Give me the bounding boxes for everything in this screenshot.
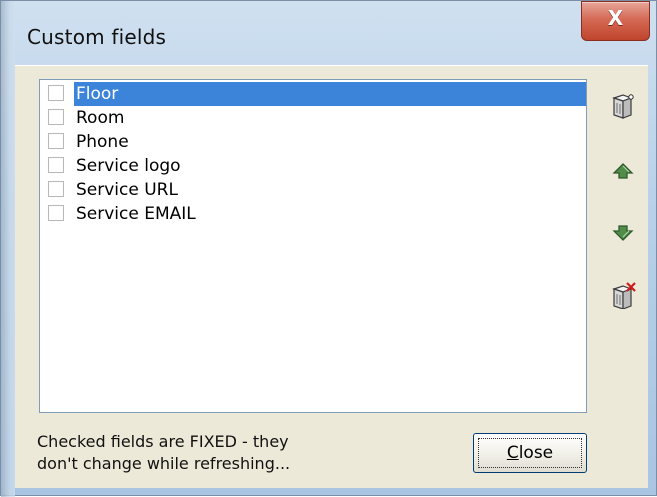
close-button[interactable]: Close [473,433,587,473]
field-label: Service URL [76,180,178,200]
field-checkbox[interactable] [48,85,64,101]
status-message: Checked fields are FIXED - they don't ch… [37,431,397,475]
field-label: Service logo [76,156,181,176]
close-button-label: Close [506,443,554,463]
list-item[interactable]: Service URL [42,178,586,202]
delete-field-icon[interactable] [609,281,637,310]
field-checkbox[interactable] [48,205,64,221]
status-line-1: Checked fields are FIXED - they [37,432,289,451]
list-item[interactable]: Room [42,106,586,130]
background-strip [1,1,15,497]
field-label: Floor [74,82,586,106]
field-label: Room [76,108,125,128]
move-down-icon[interactable] [611,221,639,249]
list-item[interactable]: Phone [42,130,586,154]
list-item[interactable]: Service logo [42,154,586,178]
new-field-icon[interactable] [609,91,637,119]
close-icon: X [607,6,624,30]
list-item[interactable]: Floor [42,82,586,106]
status-line-2: don't change while refreshing... [37,454,291,473]
field-label: Service EMAIL [76,204,196,224]
field-checkbox[interactable] [48,157,64,173]
field-label: Phone [76,132,129,152]
field-checkbox[interactable] [48,133,64,149]
custom-fields-list[interactable]: Floor Room Phone Service logo Service UR… [39,79,587,413]
field-checkbox[interactable] [48,181,64,197]
field-checkbox[interactable] [48,109,64,125]
dialog-title: Custom fields [27,25,167,49]
list-item[interactable]: Service EMAIL [42,202,586,226]
custom-fields-dialog: Custom fields X Floor Room Phone Service… [0,0,657,497]
window-close-button[interactable]: X [581,1,650,41]
move-up-icon[interactable] [611,159,639,187]
